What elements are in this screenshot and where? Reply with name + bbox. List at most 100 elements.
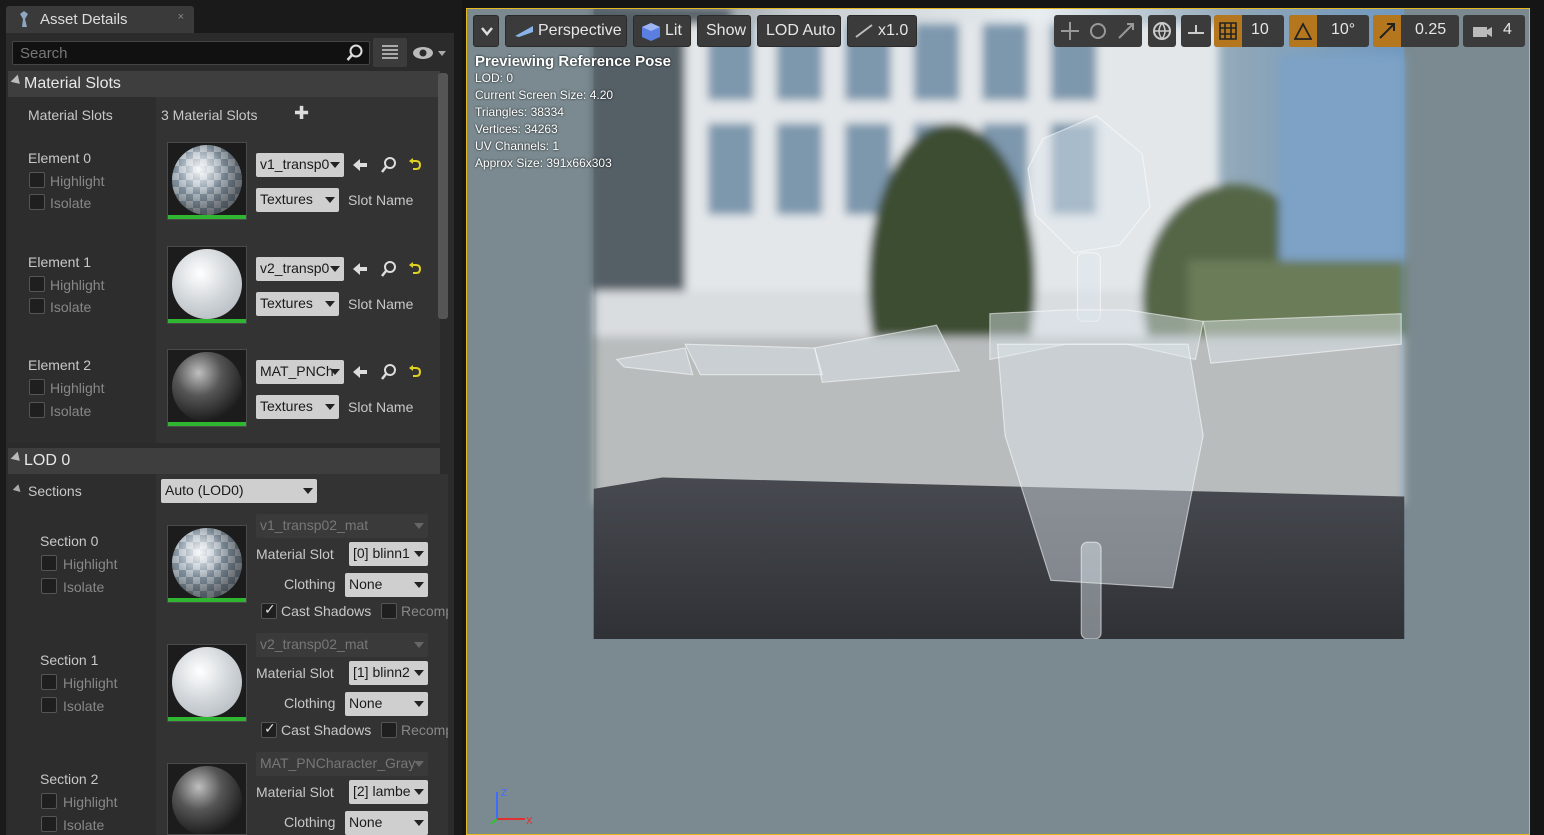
view-mode-button[interactable]: Lit [633, 15, 691, 47]
lod-picker-value: Auto (LOD0) [165, 482, 244, 498]
textures-dropdown[interactable]: Textures [256, 188, 339, 212]
use-selected-arrow-icon[interactable] [351, 260, 369, 278]
view-options-button[interactable] [373, 38, 407, 67]
reset-to-default-icon[interactable] [406, 260, 424, 278]
close-tab-icon[interactable]: × [178, 11, 184, 23]
cast-shadows-checkbox[interactable] [261, 601, 277, 619]
highlight-checkbox[interactable] [41, 674, 57, 690]
browse-icon[interactable] [380, 156, 398, 174]
scale-snap-toggle[interactable] [1373, 15, 1401, 47]
material-thumbnail[interactable] [167, 644, 247, 722]
material-picker[interactable]: MAT_PNCh [256, 360, 344, 384]
use-selected-arrow-icon[interactable] [351, 156, 369, 174]
grid-snap-group[interactable]: 10 [1214, 15, 1284, 47]
rotation-snap-toggle[interactable] [1289, 15, 1317, 47]
use-selected-arrow-icon[interactable] [351, 363, 369, 381]
playback-speed-button[interactable]: x1.0 [847, 15, 917, 47]
grid-icon [1219, 22, 1237, 40]
visibility-filter-button[interactable] [410, 43, 448, 63]
textures-dropdown[interactable]: Textures [256, 292, 339, 316]
material-thumbnail[interactable] [167, 525, 247, 603]
highlight-checkbox[interactable] [41, 793, 57, 809]
surface-snap-button[interactable] [1181, 15, 1211, 47]
scale-snap-group[interactable]: 0.25 [1373, 15, 1459, 47]
textures-label: Textures [260, 398, 313, 414]
section-material-picker[interactable]: MAT_PNCharacter_Gray [256, 752, 428, 776]
rotate-icon[interactable] [1088, 21, 1108, 41]
show-button[interactable]: Show [697, 15, 751, 47]
material-slot-dropdown[interactable]: [2] lambe [349, 780, 428, 804]
material-thumbnail[interactable] [167, 763, 247, 835]
screen-size-info: Current Screen Size: 4.20 [475, 88, 614, 102]
clothing-dropdown[interactable]: None [345, 692, 428, 716]
material-picker[interactable]: v2_transp0 [256, 257, 344, 281]
section-material-picker[interactable]: v2_transp02_mat [256, 633, 428, 657]
slot-name-field[interactable]: Slot Name [348, 192, 413, 208]
material-thumbnail[interactable] [167, 246, 247, 324]
cast-shadows-checkbox[interactable] [261, 720, 277, 738]
clothing-dropdown[interactable]: None [345, 811, 428, 835]
highlight-label: Highlight [50, 277, 105, 293]
material-slot-dropdown[interactable]: [0] blinn1 [349, 542, 428, 566]
recompute-checkbox[interactable] [381, 603, 397, 619]
textures-dropdown[interactable]: Textures [256, 395, 339, 419]
isolate-checkbox[interactable] [29, 194, 45, 210]
highlight-checkbox[interactable] [29, 172, 45, 188]
highlight-checkbox[interactable] [29, 379, 45, 395]
perspective-button[interactable]: Perspective [505, 15, 627, 47]
globe-icon [1153, 22, 1171, 41]
rotation-snap-value: 10° [1331, 21, 1356, 38]
grid-snap-value: 10 [1251, 21, 1269, 38]
chevron-down-icon [414, 670, 424, 676]
asset-details-tab[interactable]: Asset Details × [6, 6, 194, 33]
clothing-label: Clothing [284, 576, 336, 592]
isolate-checkbox[interactable] [29, 402, 45, 418]
highlight-checkbox[interactable] [41, 555, 57, 571]
rotation-snap-group[interactable]: 10° [1289, 15, 1369, 47]
reset-to-default-icon[interactable] [406, 363, 424, 381]
highlight-checkbox[interactable] [29, 276, 45, 292]
clothing-dropdown[interactable]: None [345, 573, 428, 597]
lit-label: Lit [665, 22, 682, 39]
reset-to-default-icon[interactable] [406, 156, 424, 174]
section-material-picker[interactable]: v1_transp02_mat [256, 514, 428, 538]
camera-speed-button[interactable]: 4 [1463, 15, 1525, 47]
details-panel-container: Asset Details × Search Material Slots Ma… [0, 0, 462, 835]
highlight-label: Highlight [63, 794, 118, 810]
add-slot-button[interactable]: ✚ [294, 103, 309, 124]
uv-channels-info: UV Channels: 1 [475, 139, 560, 153]
grid-snap-toggle[interactable] [1214, 15, 1242, 47]
chevron-down-icon [414, 523, 424, 529]
material-thumbnail[interactable] [167, 349, 247, 427]
viewport-options-button[interactable] [473, 15, 499, 47]
material-picker[interactable]: v1_transp0 [256, 153, 344, 177]
element-label: Element 2 [28, 357, 92, 373]
lod-picker[interactable]: Auto (LOD0) [161, 479, 317, 503]
browse-icon[interactable] [380, 363, 398, 381]
slot-name-field[interactable]: Slot Name [348, 296, 413, 312]
collapse-arrow-icon [10, 451, 24, 465]
slot-name-field[interactable]: Slot Name [348, 399, 413, 415]
preview-viewport[interactable]: Perspective Lit Show LOD Auto x1.0 10 10… [466, 8, 1530, 835]
isolate-label: Isolate [63, 579, 105, 595]
scrollbar[interactable] [438, 73, 448, 319]
world-local-toggle[interactable] [1148, 15, 1176, 47]
material-slot-label: Material Slot [256, 665, 334, 681]
collapse-arrow-icon [10, 74, 24, 88]
isolate-checkbox[interactable] [41, 578, 57, 594]
material-slot-dropdown[interactable]: [1] blinn2 [349, 661, 428, 685]
scale-icon[interactable] [1116, 21, 1136, 41]
lod0-category[interactable]: LOD 0 [8, 448, 440, 474]
browse-icon[interactable] [380, 260, 398, 278]
recompute-checkbox[interactable] [381, 722, 397, 738]
isolate-checkbox[interactable] [29, 298, 45, 314]
lod-button[interactable]: LOD Auto [757, 15, 841, 47]
chevron-down-icon [481, 27, 493, 36]
search-input[interactable]: Search [12, 41, 370, 65]
material-slots-category[interactable]: Material Slots [8, 71, 440, 97]
material-slot-label: Material Slot [256, 546, 334, 562]
isolate-checkbox[interactable] [41, 697, 57, 713]
translate-icon[interactable] [1060, 21, 1080, 41]
material-thumbnail[interactable] [167, 142, 247, 220]
isolate-checkbox[interactable] [41, 816, 57, 832]
